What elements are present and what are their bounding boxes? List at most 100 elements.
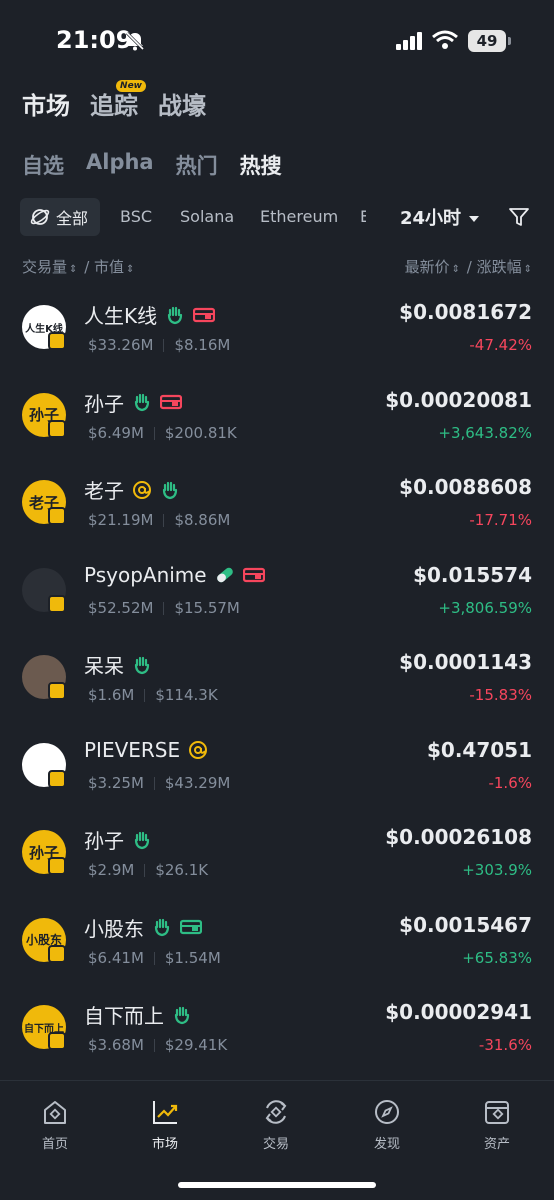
token-row[interactable]: PsyopAnime $52.52M $15.57M $0.015574 +3,8… (0, 545, 554, 632)
chain-more[interactable]: E (360, 207, 366, 226)
token-price: $0.47051 (426, 737, 532, 762)
pill-green-icon (179, 917, 203, 937)
token-mcap: $8.86M (174, 511, 231, 529)
status-time: 21:09 (56, 26, 133, 54)
divider (153, 426, 155, 440)
hand-icon (132, 830, 152, 850)
wallet-icon (485, 1101, 509, 1124)
nav-trade[interactable]: 交易 (236, 1097, 316, 1152)
status-bar: 21:09 49 (0, 0, 554, 84)
caret-down-icon (469, 216, 480, 222)
token-price: $0.0088608 (399, 475, 532, 499)
pill-red-icon (242, 565, 265, 585)
token-name-line: 呆呆 (84, 650, 152, 679)
token-stats: $2.9M $26.1K (88, 861, 208, 879)
hand-icon (165, 305, 185, 325)
chain-badge-icon (48, 944, 66, 963)
token-row[interactable]: 小股东 小股东 $6.41M $1.54M $0.0015467 +65.83% (0, 895, 554, 982)
token-price: $0.00020081 (385, 387, 532, 412)
home-indicator (178, 1182, 376, 1188)
token-name: 小股东 (84, 916, 144, 941)
token-name-line: PIEVERSE (84, 738, 208, 762)
token-row[interactable]: 自下而上 自下而上 $3.68M $29.41K $0.00002941 -31.… (0, 982, 554, 1069)
divider (163, 514, 165, 527)
col-change: 涨跌幅 (476, 258, 522, 276)
nav-market[interactable]: 市场 (125, 1097, 205, 1152)
chain-badge-icon (48, 332, 66, 350)
chain-all-button[interactable]: 全部 (20, 198, 100, 236)
tab-market[interactable]: 市场 (22, 86, 70, 121)
col-slash: / (466, 258, 472, 276)
globe-icon (30, 209, 50, 225)
token-name: 自下而上 (84, 1004, 164, 1028)
nav-market-label: 市场 (151, 1137, 178, 1152)
subtab-trending-search[interactable]: 热搜 (240, 150, 282, 180)
time-range-select[interactable]: 24小时 (400, 204, 480, 230)
token-change: +65.83% (462, 948, 532, 967)
subtab-alpha[interactable]: Alpha (86, 150, 154, 180)
nav-discover[interactable]: 发现 (347, 1097, 427, 1152)
chain-ethereum[interactable]: Ethereum (260, 207, 338, 226)
nav-home[interactable]: 首页 (15, 1097, 95, 1152)
chain-solana[interactable]: Solana (180, 207, 234, 226)
col-price: 最新价 (404, 258, 450, 276)
token-mcap: $200.81K (164, 423, 237, 442)
home-icon (44, 1101, 66, 1124)
sort-icon: ⇕ (69, 264, 78, 275)
token-mcap: $8.16M (174, 336, 231, 354)
divider (163, 601, 165, 615)
token-volume: $2.9M (88, 861, 135, 879)
token-row[interactable]: 人生K线 人生K线 $33.26M $8.16M $0.0081672 -47.4… (0, 282, 554, 369)
token-name: PIEVERSE (84, 737, 181, 762)
subtab-favorites[interactable]: 自选 (22, 150, 64, 180)
token-volume: $3.68M (88, 1036, 144, 1054)
token-change: +303.9% (462, 861, 532, 879)
divider (153, 951, 155, 965)
divider (163, 339, 165, 352)
token-mcap: $43.29M (164, 773, 231, 792)
bell-muted-icon (125, 31, 145, 51)
at-icon (132, 480, 152, 500)
pill-red-icon (159, 392, 183, 412)
token-change: -47.42% (469, 336, 532, 354)
chain-badge-icon (48, 594, 66, 613)
wifi-icon (432, 30, 458, 49)
subtab-hot[interactable]: 热门 (176, 150, 218, 180)
token-row[interactable]: 老子 老子 $21.19M $8.86M $0.0088608 -17.71% (0, 457, 554, 544)
token-name-line: 人生K线 (84, 300, 216, 329)
token-row[interactable]: PIEVERSE $3.25M $43.29M $0.47051 -1.6% (0, 720, 554, 807)
sub-tabs: 自选 Alpha 热门 热搜 (22, 150, 282, 180)
token-change: -1.6% (488, 773, 532, 792)
token-name-line: 小股东 (84, 913, 203, 942)
chain-filter-row: 全部 BSC Solana Ethereum E 24小时 (20, 198, 540, 236)
token-price: $0.0081672 (399, 300, 532, 324)
token-volume: $52.52M (88, 598, 154, 617)
time-range-label: 24小时 (400, 208, 462, 229)
new-badge: New (116, 80, 146, 92)
token-row[interactable]: 呆呆 $1.6M $114.3K $0.0001143 -15.83% (0, 632, 554, 719)
sort-price-change[interactable]: 最新价 ⇕ / 涨跌幅 ⇕ (405, 256, 534, 277)
tab-trenches[interactable]: 战壕 (158, 86, 206, 121)
token-row[interactable]: 孙子 孙子 $6.49M $200.81K $0.00020081 +3,643.… (0, 370, 554, 457)
chain-badge-icon (48, 857, 66, 875)
col-mcap: 市值 (94, 258, 125, 276)
divider (153, 1039, 155, 1052)
col-volume: 交易量 (22, 258, 68, 276)
tab-tracking[interactable]: 追踪 New (90, 80, 146, 121)
top-tabs: 市场 追踪 New 战壕 (22, 80, 206, 121)
sort-volume-mcap[interactable]: 交易量 ⇕ / 市值 ⇕ (22, 256, 136, 277)
token-mcap: $114.3K (155, 686, 218, 704)
chain-bsc[interactable]: BSC (120, 207, 152, 226)
sort-icon: ⇕ (451, 264, 460, 275)
nav-assets[interactable]: 资产 (457, 1097, 537, 1152)
token-volume: $3.25M (88, 773, 144, 792)
chain-badge-icon (48, 507, 66, 525)
filter-icon[interactable] (508, 206, 530, 228)
token-volume: $6.41M (88, 948, 144, 967)
token-volume: $33.26M (88, 336, 154, 354)
token-mcap: $29.41K (164, 1036, 228, 1054)
token-price: $0.00026108 (385, 825, 532, 849)
hand-icon (160, 480, 180, 500)
token-row[interactable]: 孙子 孙子 $2.9M $26.1K $0.00026108 +303.9% (0, 807, 554, 894)
signal-icon (396, 32, 422, 50)
